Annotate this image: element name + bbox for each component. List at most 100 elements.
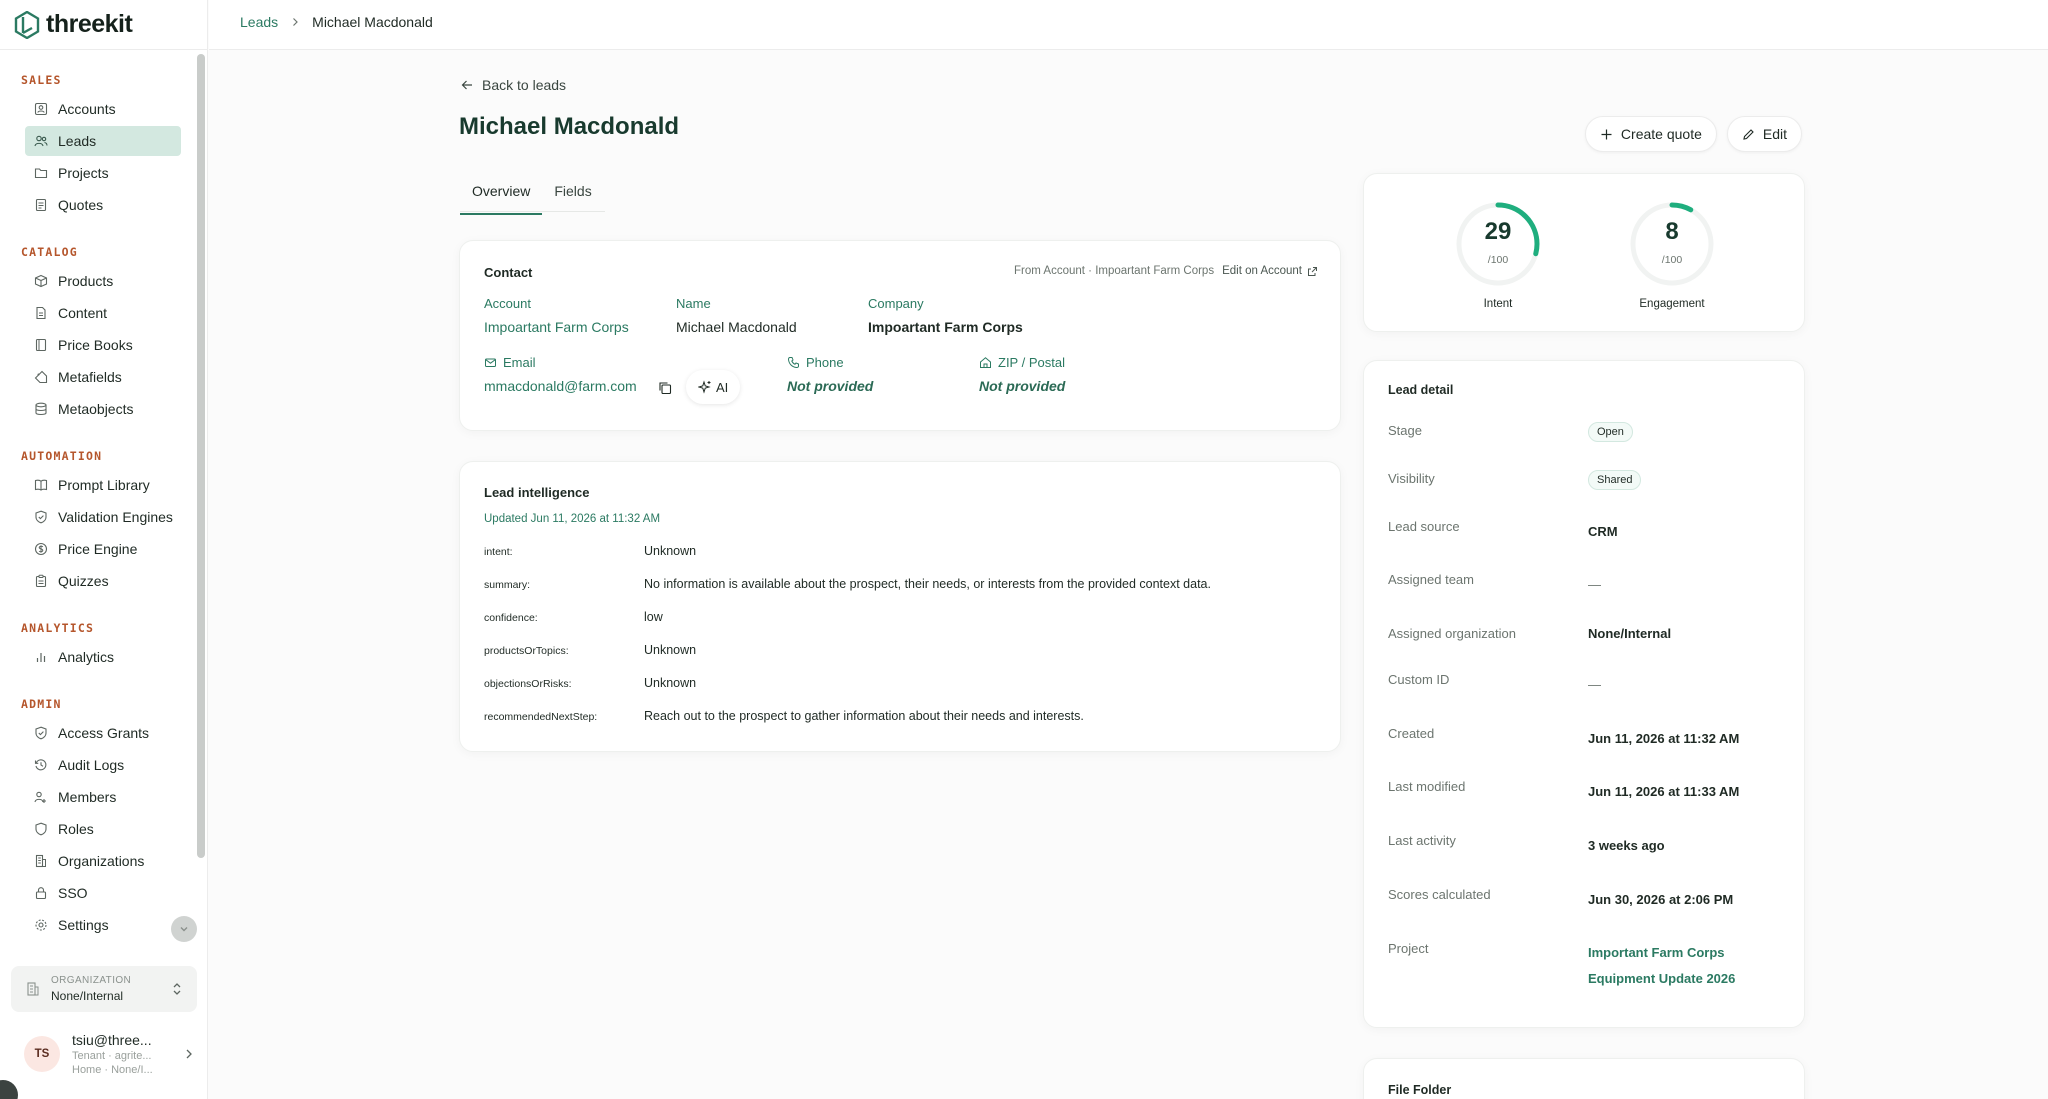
phone-field: Phone Not provided [787, 355, 873, 394]
building-icon [35, 854, 46, 868]
members-icon [34, 791, 46, 803]
shield-check-icon [35, 726, 47, 740]
plus-icon [1601, 129, 1612, 139]
tab-fields[interactable]: Fields [542, 180, 603, 215]
threekit-logo-icon [14, 10, 40, 39]
sidebar-item-label: Validation Engines [58, 509, 173, 525]
sidebar-item-quizzes[interactable]: Quizzes [25, 566, 181, 596]
section-automation: AUTOMATION [21, 449, 103, 463]
company-field: Company Impoartant Farm Corps [868, 296, 1023, 335]
tab-bar: Overview Fields [460, 180, 604, 215]
book-icon [35, 338, 47, 352]
intel-value: No information is available about the pr… [644, 577, 1211, 591]
sidebar-item-sso[interactable]: SSO [25, 878, 181, 908]
user-menu[interactable]: TS tsiu@three... Tenant · agrite... Home… [24, 1026, 194, 1082]
file-icon [36, 306, 46, 320]
database-icon [35, 402, 47, 416]
chevron-up-down-icon [173, 983, 181, 995]
detail-label: Last activity [1388, 833, 1456, 848]
sidebar-item-roles[interactable]: Roles [25, 814, 181, 844]
contact-title: Contact [484, 265, 533, 280]
avatar: TS [24, 1036, 60, 1072]
user-tenant: Tenant · agrite... [72, 1050, 152, 1062]
sidebar-item-organizations[interactable]: Organizations [25, 846, 181, 876]
intelligence-updated: Updated Jun 11, 2026 at 11:32 AM [484, 513, 661, 525]
name-field: Name Michael Macdonald [676, 296, 797, 335]
bar-chart-icon [36, 653, 46, 662]
project-line-2: Equipment Update 2026 [1588, 971, 1736, 986]
intel-key: intent: [484, 546, 513, 558]
breadcrumb-leads-link[interactable]: Leads [240, 14, 278, 30]
sidebar-item-prompt-library[interactable]: Prompt Library [25, 470, 181, 500]
account-value[interactable]: Impoartant Farm Corps [484, 319, 629, 335]
breadcrumb-current: Michael Macdonald [312, 14, 433, 30]
detail-label: Created [1388, 726, 1435, 741]
sidebar-item-analytics[interactable]: Analytics [25, 642, 181, 672]
detail-label: Visibility [1388, 471, 1435, 486]
brand-logo[interactable]: threekit [14, 10, 133, 39]
sidebar-item-access-grants[interactable]: Access Grants [25, 718, 181, 748]
sidebar-item-audit-logs[interactable]: Audit Logs [25, 750, 181, 780]
pencil-icon [1743, 128, 1754, 140]
sidebar-item-members[interactable]: Members [25, 782, 181, 812]
back-label: Back to leads [482, 77, 567, 93]
edit-on-account-label: Edit on Account [1222, 265, 1302, 277]
sidebar-item-leads[interactable]: Leads [25, 126, 181, 156]
brand-name: threekit [46, 10, 133, 38]
sidebar-item-accounts[interactable]: Accounts [25, 94, 181, 124]
sidebar-item-projects[interactable]: Projects [25, 158, 181, 188]
tab-overview[interactable]: Overview [460, 180, 543, 215]
page-title: Michael Macdonald [459, 113, 680, 140]
create-quote-button[interactable]: Create quote [1584, 116, 1717, 152]
scores-card: 29 /100 Intent 8 /100 Engagement [1363, 173, 1805, 332]
intent-score: 29 [1484, 218, 1512, 245]
intel-row-intent: intent: Unknown [484, 544, 1324, 558]
sidebar-item-metaobjects[interactable]: Metaobjects [25, 394, 181, 424]
name-value: Michael Macdonald [676, 319, 797, 335]
chevron-right-icon [186, 1049, 192, 1059]
box-icon [34, 274, 48, 288]
sidebar-item-content[interactable]: Content [25, 298, 181, 328]
detail-value: None/Internal [1588, 626, 1672, 641]
intent-max: /100 [1487, 254, 1509, 266]
zip-value: Not provided [979, 378, 1066, 394]
detail-label: Last modified [1388, 779, 1466, 794]
phone-label: Phone [806, 355, 844, 370]
top-bar: Leads Michael Macdonald [209, 0, 2048, 50]
sidebar-item-price-books[interactable]: Price Books [25, 330, 181, 360]
copy-icon[interactable] [658, 381, 672, 395]
intel-value: Reach out to the prospect to gather info… [644, 709, 1084, 723]
header-actions: Create quote Edit [1584, 116, 1802, 152]
sidebar-item-label: Roles [58, 821, 94, 837]
email-value[interactable]: mmacdonald@farm.com [484, 378, 637, 394]
sidebar-item-quotes[interactable]: Quotes [25, 190, 181, 220]
edit-button[interactable]: Edit [1726, 116, 1802, 152]
create-quote-label: Create quote [1620, 126, 1702, 142]
sidebar-item-label: Analytics [58, 649, 115, 665]
sidebar-item-label: Quotes [58, 197, 104, 213]
tab-underline [460, 211, 605, 212]
back-to-leads-link[interactable]: Back to leads [460, 77, 566, 93]
sidebar-scrollbar[interactable] [197, 54, 205, 858]
sidebar-item-products[interactable]: Products [25, 266, 181, 296]
organization-value: None/Internal [51, 989, 124, 1003]
sidebar-item-label: Quizzes [58, 573, 109, 589]
detail-value: Jun 30, 2026 at 2:06 PM [1588, 892, 1734, 907]
edit-on-account-link[interactable]: Edit on Account [1222, 265, 1318, 277]
phone-icon [787, 357, 799, 369]
ai-button[interactable]: AI [686, 370, 741, 404]
sidebar-item-label: Projects [58, 165, 109, 181]
sidebar-item-metafields[interactable]: Metafields [25, 362, 181, 392]
shield-icon [35, 822, 47, 836]
scroll-down-button[interactable] [171, 916, 197, 942]
section-analytics: ANALYTICS [21, 621, 95, 635]
from-account-text: From Account · Impoartant Farm Corps [1014, 265, 1215, 277]
sidebar-item-label: Settings [58, 917, 109, 933]
sidebar-item-price-engine[interactable]: Price Engine [25, 534, 181, 564]
organization-switcher[interactable]: ORGANIZATION None/Internal [11, 966, 197, 1012]
sidebar-item-validation-engines[interactable]: Validation Engines [25, 502, 181, 532]
sidebar-item-settings[interactable]: Settings [25, 910, 181, 940]
email-field: Email mmacdonald@farm.com [484, 355, 637, 394]
mail-icon [485, 358, 496, 367]
project-link[interactable]: Important Farm Corps Equipment Update 20… [1588, 940, 1735, 992]
